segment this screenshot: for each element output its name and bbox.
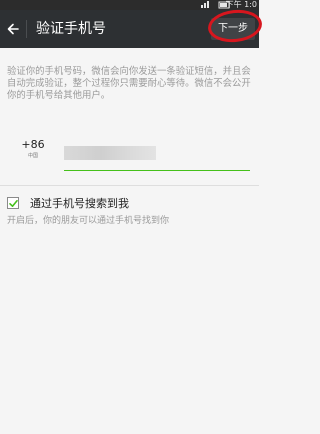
intro-text: 验证你的手机号码，微信会向你发送一条验证短信，并且会自动完成验证，整个过程你只需…	[7, 66, 251, 101]
page-title: 验证手机号	[36, 21, 106, 37]
search-by-phone-option[interactable]: 通过手机号搜索到我	[7, 196, 129, 210]
checkmark-icon	[8, 199, 18, 207]
back-arrow-icon	[7, 23, 19, 35]
status-clock: 下午 1:0	[225, 0, 257, 9]
search-by-phone-hint: 开启后，你的朋友可以通过手机号找到你	[7, 216, 170, 226]
country-code-selector[interactable]: +86 中国	[7, 138, 59, 160]
status-bar: 下午 1:0	[0, 0, 259, 10]
phone-input-underline	[64, 170, 250, 171]
header-divider	[26, 20, 27, 38]
phone-number-input[interactable]	[64, 146, 156, 160]
section-divider	[0, 185, 259, 186]
search-by-phone-label: 通过手机号搜索到我	[30, 197, 129, 210]
search-by-phone-checkbox[interactable]	[7, 197, 19, 209]
back-button[interactable]	[0, 10, 26, 48]
country-code: +86	[21, 138, 45, 151]
next-step-button[interactable]: 下一步	[211, 18, 255, 40]
country-name: 中国	[27, 153, 38, 159]
app-bar: 验证手机号 下一步	[0, 10, 259, 48]
